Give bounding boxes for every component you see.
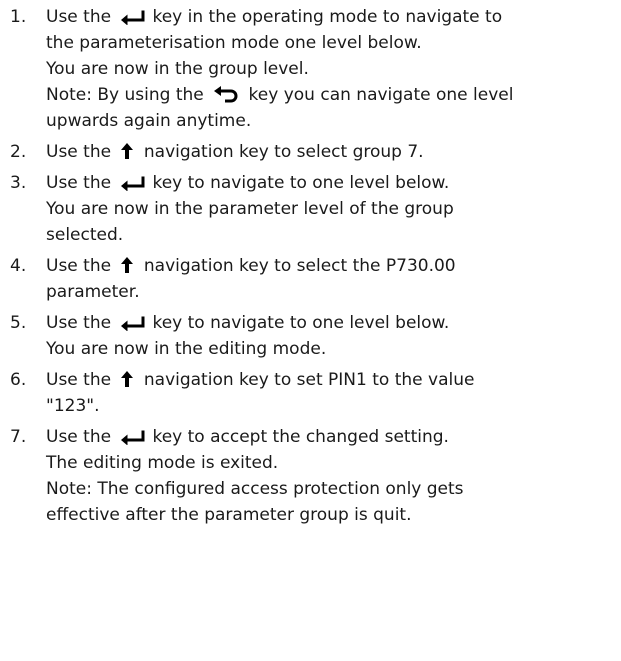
text-fragment: Use the bbox=[46, 7, 117, 27]
step-item: 4. Use the navigation key to select the P… bbox=[10, 253, 613, 305]
step-text-line: Use the key in the operating mode to nav… bbox=[46, 4, 613, 30]
text-fragment: You are now in the group level. bbox=[46, 59, 309, 79]
step-item: 3. Use the key to navigate to one level b… bbox=[10, 170, 613, 248]
text-fragment: key to accept the changed setting. bbox=[152, 427, 449, 447]
text-fragment: navigation key to set PIN1 to the value bbox=[138, 370, 475, 390]
step-text-line: You are now in the parameter level of th… bbox=[46, 196, 613, 222]
step-item: 7. Use the key to accept the changed sett… bbox=[10, 424, 613, 528]
text-fragment: You are now in the editing mode. bbox=[46, 339, 327, 359]
step-text-line: Use the key to navigate to one level bel… bbox=[46, 170, 613, 196]
text-fragment: key you can navigate one level bbox=[243, 85, 514, 105]
text-fragment: selected. bbox=[46, 225, 124, 245]
step-body: Use the navigation key to set PIN1 to th… bbox=[46, 367, 613, 419]
instruction-steps-list: 1. Use the key in the operating mode to n… bbox=[10, 4, 613, 528]
text-fragment: upwards again anytime. bbox=[46, 111, 252, 131]
text-fragment: Use the bbox=[46, 370, 117, 390]
text-fragment: The editing mode is exited. bbox=[46, 453, 279, 473]
text-fragment: key to navigate to one level below. bbox=[152, 313, 450, 333]
text-fragment: Note: The configured access protection o… bbox=[46, 479, 464, 499]
step-text-line: "123". bbox=[46, 393, 613, 419]
text-fragment: Use the bbox=[46, 427, 117, 447]
step-text-line: Use the navigation key to select group 7… bbox=[46, 139, 613, 165]
enter-key-icon bbox=[120, 175, 148, 191]
step-body: Use the navigation key to select the P73… bbox=[46, 253, 613, 305]
back-key-icon bbox=[213, 86, 239, 103]
step-body: Use the key to navigate to one level bel… bbox=[46, 310, 613, 362]
step-number: 7. bbox=[10, 427, 27, 447]
step-body: Use the key to accept the changed settin… bbox=[46, 424, 613, 528]
step-number: 3. bbox=[10, 173, 27, 193]
text-fragment: navigation key to select group 7. bbox=[138, 142, 424, 162]
step-text-line: Use the key to accept the changed settin… bbox=[46, 424, 613, 450]
step-text-line: Use the navigation key to set PIN1 to th… bbox=[46, 367, 613, 393]
step-number: 1. bbox=[10, 7, 27, 27]
step-text-line: You are now in the editing mode. bbox=[46, 336, 613, 362]
enter-key-icon bbox=[120, 429, 148, 445]
text-fragment: Use the bbox=[46, 142, 117, 162]
step-item: 6. Use the navigation key to set PIN1 to … bbox=[10, 367, 613, 419]
step-item: 2. Use the navigation key to select group… bbox=[10, 139, 613, 165]
text-fragment: Use the bbox=[46, 313, 117, 333]
step-text-line: effective after the parameter group is q… bbox=[46, 502, 613, 528]
step-number: 5. bbox=[10, 313, 27, 333]
text-fragment: the parameterisation mode one level belo… bbox=[46, 33, 422, 53]
text-fragment: "123". bbox=[46, 396, 100, 416]
step-body: Use the key to navigate to one level bel… bbox=[46, 170, 613, 248]
step-text-line: Use the navigation key to select the P73… bbox=[46, 253, 613, 279]
text-fragment: Use the bbox=[46, 173, 117, 193]
step-text-line: You are now in the group level. bbox=[46, 56, 613, 82]
step-body: Use the navigation key to select group 7… bbox=[46, 139, 613, 165]
enter-key-icon bbox=[120, 9, 148, 25]
step-number: 6. bbox=[10, 370, 27, 390]
step-text-line: Use the key to navigate to one level bel… bbox=[46, 310, 613, 336]
step-text-line: Note: The configured access protection o… bbox=[46, 476, 613, 502]
step-item: 5. Use the key to navigate to one level b… bbox=[10, 310, 613, 362]
step-text-line: The editing mode is exited. bbox=[46, 450, 613, 476]
text-fragment: key to navigate to one level below. bbox=[152, 173, 450, 193]
text-fragment: effective after the parameter group is q… bbox=[46, 505, 412, 525]
step-body: Use the key in the operating mode to nav… bbox=[46, 4, 613, 134]
text-fragment: navigation key to select the P730.00 bbox=[138, 256, 456, 276]
step-text-line: the parameterisation mode one level belo… bbox=[46, 30, 613, 56]
step-text-line: parameter. bbox=[46, 279, 613, 305]
step-text-line: selected. bbox=[46, 222, 613, 248]
instruction-document: 1. Use the key in the operating mode to n… bbox=[0, 0, 621, 661]
step-item: 1. Use the key in the operating mode to n… bbox=[10, 4, 613, 134]
text-fragment: Use the bbox=[46, 256, 117, 276]
enter-key-icon bbox=[120, 315, 148, 331]
text-fragment: key in the operating mode to navigate to bbox=[152, 7, 503, 27]
up-arrow-key-icon bbox=[120, 142, 134, 160]
step-text-line: upwards again anytime. bbox=[46, 108, 613, 134]
text-fragment: Note: By using the bbox=[46, 85, 210, 105]
text-fragment: You are now in the parameter level of th… bbox=[46, 199, 454, 219]
up-arrow-key-icon bbox=[120, 370, 134, 388]
step-number: 2. bbox=[10, 142, 27, 162]
step-number: 4. bbox=[10, 256, 27, 276]
up-arrow-key-icon bbox=[120, 256, 134, 274]
step-text-line: Note: By using the key you can navigate … bbox=[46, 82, 613, 108]
text-fragment: parameter. bbox=[46, 282, 140, 302]
